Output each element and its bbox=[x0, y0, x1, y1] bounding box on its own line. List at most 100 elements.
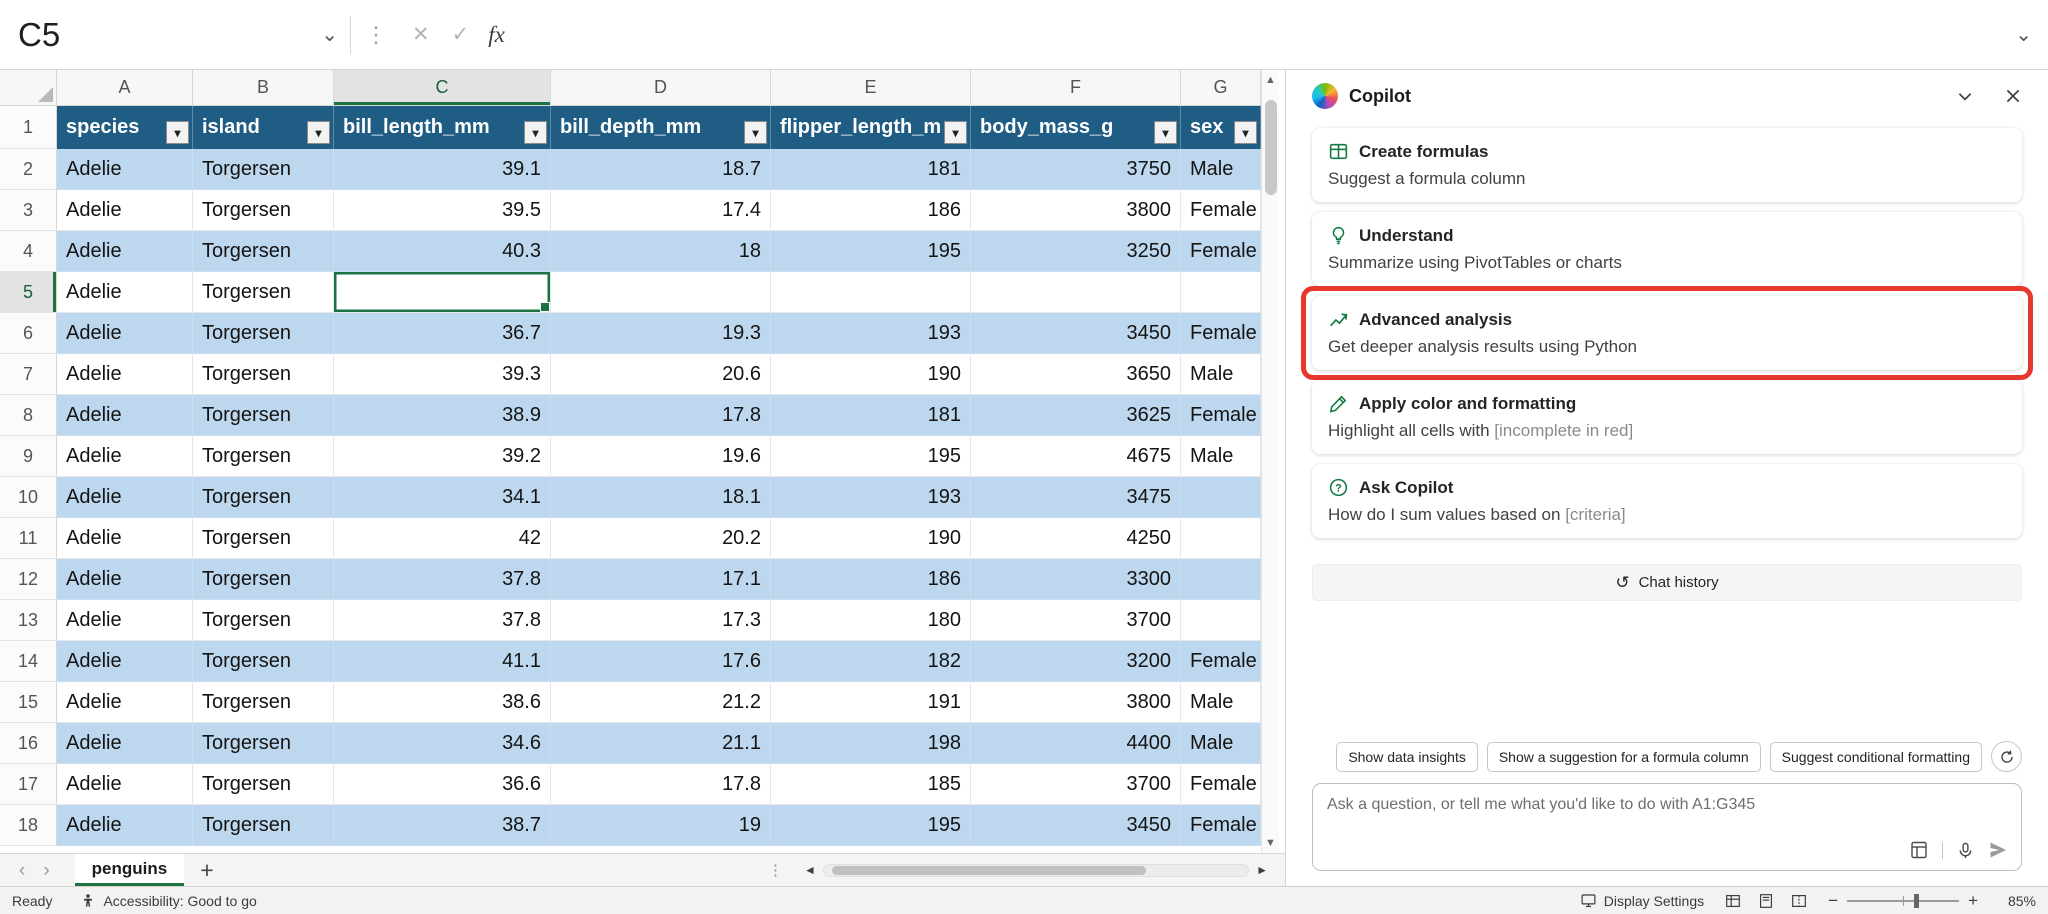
cell-D4[interactable]: 18 bbox=[551, 231, 771, 272]
chip-conditional-formatting[interactable]: Suggest conditional formatting bbox=[1770, 742, 1982, 772]
cell-A5[interactable]: Adelie bbox=[57, 272, 193, 313]
cell-E10[interactable]: 193 bbox=[771, 477, 971, 518]
cell-A2[interactable]: Adelie bbox=[57, 149, 193, 190]
column-header-D[interactable]: D bbox=[551, 70, 771, 106]
cell-E8[interactable]: 181 bbox=[771, 395, 971, 436]
mic-icon[interactable] bbox=[1956, 841, 1975, 860]
cell-D6[interactable]: 19.3 bbox=[551, 313, 771, 354]
cell-A15[interactable]: Adelie bbox=[57, 682, 193, 723]
cell-A14[interactable]: Adelie bbox=[57, 641, 193, 682]
zoom-percentage[interactable]: 85% bbox=[1998, 893, 2036, 909]
cell-A18[interactable]: Adelie bbox=[57, 805, 193, 846]
cell-E9[interactable]: 195 bbox=[771, 436, 971, 477]
card-understand[interactable]: Understand Summarize using PivotTables o… bbox=[1312, 212, 2022, 286]
scroll-up-icon[interactable]: ▲ bbox=[1262, 70, 1279, 90]
accessibility-status[interactable]: Accessibility: Good to go bbox=[80, 893, 256, 909]
cell-A4[interactable]: Adelie bbox=[57, 231, 193, 272]
cell-G4[interactable]: Female bbox=[1181, 231, 1261, 272]
table-header-cell-C[interactable]: bill_length_mm▾ bbox=[334, 106, 551, 149]
cell-F17[interactable]: 3700 bbox=[971, 764, 1181, 805]
row-header[interactable]: 10 bbox=[0, 477, 57, 518]
cell-F15[interactable]: 3800 bbox=[971, 682, 1181, 723]
table-header-cell-B[interactable]: island▾ bbox=[193, 106, 334, 149]
cell-D12[interactable]: 17.1 bbox=[551, 559, 771, 600]
cell-F16[interactable]: 4400 bbox=[971, 723, 1181, 764]
cell-F11[interactable]: 4250 bbox=[971, 518, 1181, 559]
cell-G17[interactable]: Female bbox=[1181, 764, 1261, 805]
cell-D14[interactable]: 17.6 bbox=[551, 641, 771, 682]
sheet-tab-penguins[interactable]: penguins bbox=[75, 854, 185, 886]
cell-F8[interactable]: 3625 bbox=[971, 395, 1181, 436]
column-header-C[interactable]: C bbox=[334, 70, 551, 106]
collapse-panel-icon[interactable] bbox=[1956, 87, 1974, 105]
cell-A16[interactable]: Adelie bbox=[57, 723, 193, 764]
cell-B10[interactable]: Torgersen bbox=[193, 477, 334, 518]
cell-D15[interactable]: 21.2 bbox=[551, 682, 771, 723]
row-header[interactable]: 6 bbox=[0, 313, 57, 354]
card-create-formulas[interactable]: Create formulas Suggest a formula column bbox=[1312, 128, 2022, 202]
row-header[interactable]: 13 bbox=[0, 600, 57, 641]
cell-C2[interactable]: 39.1 bbox=[334, 149, 551, 190]
cell-D3[interactable]: 17.4 bbox=[551, 190, 771, 231]
cell-C9[interactable]: 39.2 bbox=[334, 436, 551, 477]
row-header[interactable]: 11 bbox=[0, 518, 57, 559]
cell-B3[interactable]: Torgersen bbox=[193, 190, 334, 231]
cell-B13[interactable]: Torgersen bbox=[193, 600, 334, 641]
page-break-view-icon[interactable] bbox=[1790, 892, 1808, 910]
table-header-cell-G[interactable]: sex▾ bbox=[1181, 106, 1261, 149]
row-header[interactable]: 15 bbox=[0, 682, 57, 723]
cell-F9[interactable]: 4675 bbox=[971, 436, 1181, 477]
cell-E16[interactable]: 198 bbox=[771, 723, 971, 764]
cell-D13[interactable]: 17.3 bbox=[551, 600, 771, 641]
formula-bar-expand-icon[interactable]: ⌄ bbox=[2015, 22, 2032, 47]
cell-E13[interactable]: 180 bbox=[771, 600, 971, 641]
filter-button[interactable]: ▾ bbox=[524, 121, 547, 144]
cell-G8[interactable]: Female bbox=[1181, 395, 1261, 436]
vertical-scrollbar[interactable]: ▲ ▼ bbox=[1261, 70, 1279, 853]
copilot-ask-input[interactable] bbox=[1327, 796, 2007, 814]
column-header-E[interactable]: E bbox=[771, 70, 971, 106]
row-header[interactable]: 7 bbox=[0, 354, 57, 395]
card-advanced-analysis[interactable]: Advanced analysis Get deeper analysis re… bbox=[1312, 296, 2022, 370]
cell-E2[interactable]: 181 bbox=[771, 149, 971, 190]
cell-G18[interactable]: Female bbox=[1181, 805, 1261, 846]
cell-C7[interactable]: 39.3 bbox=[334, 354, 551, 395]
cell-G9[interactable]: Male bbox=[1181, 436, 1261, 477]
cell-C11[interactable]: 42 bbox=[334, 518, 551, 559]
filter-button[interactable]: ▾ bbox=[1154, 121, 1177, 144]
formula-bar-handle-icon[interactable]: ⋮ bbox=[365, 22, 387, 48]
enter-icon[interactable]: ✓ bbox=[452, 22, 470, 47]
cell-E6[interactable]: 193 bbox=[771, 313, 971, 354]
row-header[interactable]: 18 bbox=[0, 805, 57, 846]
cell-B18[interactable]: Torgersen bbox=[193, 805, 334, 846]
cell-G5[interactable] bbox=[1181, 272, 1261, 313]
close-panel-icon[interactable] bbox=[2004, 87, 2022, 105]
cell-E7[interactable]: 190 bbox=[771, 354, 971, 395]
cell-G11[interactable] bbox=[1181, 518, 1261, 559]
cell-C8[interactable]: 38.9 bbox=[334, 395, 551, 436]
select-all-corner[interactable] bbox=[0, 70, 57, 106]
cell-A13[interactable]: Adelie bbox=[57, 600, 193, 641]
cell-D9[interactable]: 19.6 bbox=[551, 436, 771, 477]
cell-C14[interactable]: 41.1 bbox=[334, 641, 551, 682]
cell-C15[interactable]: 38.6 bbox=[334, 682, 551, 723]
scroll-down-icon[interactable]: ▼ bbox=[1262, 833, 1279, 853]
column-header-A[interactable]: A bbox=[57, 70, 193, 106]
cell-E18[interactable]: 195 bbox=[771, 805, 971, 846]
cell-D11[interactable]: 20.2 bbox=[551, 518, 771, 559]
filter-button[interactable]: ▾ bbox=[744, 121, 767, 144]
refresh-suggestions-button[interactable] bbox=[1991, 741, 2022, 772]
cell-A12[interactable]: Adelie bbox=[57, 559, 193, 600]
page-layout-view-icon[interactable] bbox=[1757, 892, 1775, 910]
cell-A9[interactable]: Adelie bbox=[57, 436, 193, 477]
cell-B15[interactable]: Torgersen bbox=[193, 682, 334, 723]
cell-C17[interactable]: 36.6 bbox=[334, 764, 551, 805]
filter-button[interactable]: ▾ bbox=[1234, 121, 1257, 144]
horizontal-scrollbar[interactable] bbox=[823, 864, 1249, 877]
cell-C5[interactable] bbox=[334, 272, 551, 313]
cell-F6[interactable]: 3450 bbox=[971, 313, 1181, 354]
cell-E12[interactable]: 186 bbox=[771, 559, 971, 600]
row-header[interactable]: 12 bbox=[0, 559, 57, 600]
cell-B5[interactable]: Torgersen bbox=[193, 272, 334, 313]
cell-B2[interactable]: Torgersen bbox=[193, 149, 334, 190]
